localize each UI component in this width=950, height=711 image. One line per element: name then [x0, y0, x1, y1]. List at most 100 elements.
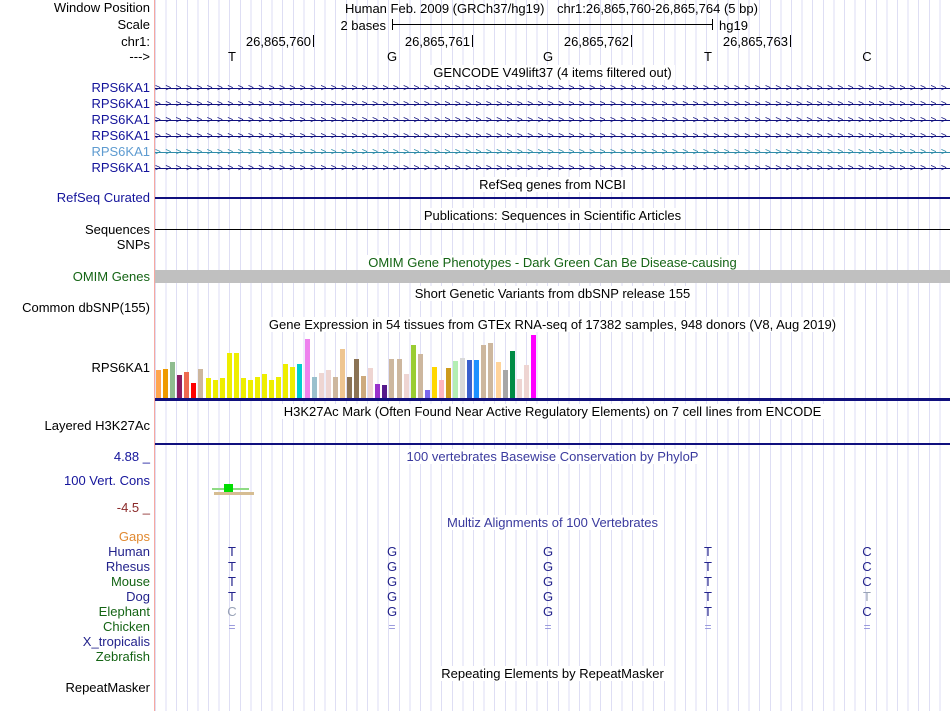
species-label-x_tropicalis[interactable]: X_tropicalis — [0, 635, 150, 649]
gtex-tissue-bar[interactable] — [333, 377, 338, 398]
gtex-tissue-bar[interactable] — [488, 343, 493, 398]
gtex-tissue-bar[interactable] — [319, 373, 324, 398]
gtex-tissue-bar[interactable] — [241, 378, 246, 398]
refseq-curated-feature[interactable] — [155, 197, 950, 199]
gtex-tissue-bar[interactable] — [290, 367, 295, 398]
gtex-tissue-bar[interactable] — [411, 345, 416, 398]
ruler-tick-mark — [472, 35, 473, 47]
gene-transcript-label[interactable]: RPS6KA1 — [0, 145, 150, 159]
omim-track-title: OMIM Gene Phenotypes - Dark Green Can Be… — [155, 255, 950, 270]
alignment-base: = — [704, 620, 712, 634]
gtex-tissue-bar[interactable] — [255, 377, 260, 398]
gtex-tissue-bar[interactable] — [297, 364, 302, 398]
snps-label[interactable]: SNPs — [0, 238, 150, 252]
phylop-negative-band[interactable] — [214, 492, 254, 495]
gtex-tissue-bar[interactable] — [460, 358, 465, 398]
gtex-tissue-bar[interactable] — [517, 379, 522, 398]
gtex-tissue-bar[interactable] — [531, 335, 536, 398]
species-label-gaps[interactable]: Gaps — [0, 530, 150, 544]
gtex-tissue-bar[interactable] — [347, 377, 352, 398]
gtex-tissue-bar[interactable] — [368, 368, 373, 398]
gtex-tissue-bar[interactable] — [418, 354, 423, 398]
gene-transcript-label[interactable]: RPS6KA1 — [0, 113, 150, 127]
gene-transcript-row[interactable]: >>>>>>>>>>>>>>>>>>>>>>>>>>>>>>>>>>>>>>>>… — [155, 130, 950, 143]
gtex-tissue-bar[interactable] — [191, 383, 196, 398]
gtex-tissue-bar[interactable] — [305, 339, 310, 398]
omim-gene-bar[interactable] — [155, 270, 950, 283]
gtex-tissue-bar[interactable] — [276, 377, 281, 398]
gtex-tissue-bar[interactable] — [177, 375, 182, 398]
refseq-curated-label[interactable]: RefSeq Curated — [0, 191, 150, 205]
gtex-tissue-bar[interactable] — [312, 377, 317, 398]
gtex-tissue-bar[interactable] — [389, 359, 394, 398]
species-label-zebrafish[interactable]: Zebrafish — [0, 650, 150, 664]
species-label-rhesus[interactable]: Rhesus — [0, 560, 150, 574]
reference-base: G — [542, 49, 554, 64]
gtex-tissue-bar[interactable] — [248, 380, 253, 398]
alignment-base: T — [704, 589, 712, 604]
gtex-tissue-bar[interactable] — [446, 368, 451, 398]
gene-transcript-label[interactable]: RPS6KA1 — [0, 129, 150, 143]
ruler-tick-mark — [313, 35, 314, 47]
gtex-tissue-bar[interactable] — [262, 374, 267, 398]
gtex-tissue-bar[interactable] — [382, 385, 387, 398]
gene-transcript-label[interactable]: RPS6KA1 — [0, 81, 150, 95]
gtex-tissue-bar[interactable] — [184, 372, 189, 398]
species-label-human[interactable]: Human — [0, 545, 150, 559]
gtex-tissue-bar[interactable] — [326, 370, 331, 398]
gtex-tissue-bar[interactable] — [269, 380, 274, 398]
phylop-track-label[interactable]: 100 Vert. Cons — [0, 474, 150, 488]
gtex-tissue-bar[interactable] — [234, 353, 239, 398]
gtex-tissue-bar[interactable] — [496, 362, 501, 398]
gtex-tissue-bar[interactable] — [439, 380, 444, 398]
species-label-chicken[interactable]: Chicken — [0, 620, 150, 634]
gene-transcript-row[interactable]: >>>>>>>>>>>>>>>>>>>>>>>>>>>>>>>>>>>>>>>>… — [155, 82, 950, 95]
alignment-base: G — [542, 574, 554, 589]
species-label-dog[interactable]: Dog — [0, 590, 150, 604]
gtex-tissue-bar[interactable] — [227, 353, 232, 398]
layered-h3k27ac-label[interactable]: Layered H3K27Ac — [0, 419, 150, 433]
gtex-tissue-bar[interactable] — [474, 360, 479, 398]
gtex-tissue-bar[interactable] — [404, 374, 409, 398]
gtex-tissue-bar[interactable] — [206, 378, 211, 398]
gtex-gene-label[interactable]: RPS6KA1 — [0, 361, 150, 375]
gtex-tissue-bar[interactable] — [524, 365, 529, 398]
gtex-tissue-bar[interactable] — [156, 370, 161, 398]
alignment-base: T — [704, 574, 712, 589]
gtex-tissue-bar[interactable] — [354, 359, 359, 398]
gtex-tissue-bar[interactable] — [163, 369, 168, 398]
gene-transcript-row[interactable]: >>>>>>>>>>>>>>>>>>>>>>>>>>>>>>>>>>>>>>>>… — [155, 162, 950, 175]
gtex-tissue-bar[interactable] — [213, 380, 218, 398]
omim-genes-label[interactable]: OMIM Genes — [0, 270, 150, 284]
gtex-tissue-bar[interactable] — [481, 345, 486, 398]
species-label-elephant[interactable]: Elephant — [0, 605, 150, 619]
gtex-tissue-bar[interactable] — [510, 351, 515, 398]
gtex-tissue-bar[interactable] — [503, 370, 508, 398]
alignment-base: G — [386, 574, 398, 589]
gtex-tissue-bar[interactable] — [170, 362, 175, 398]
gtex-tissue-bar[interactable] — [340, 349, 345, 398]
sequences-label[interactable]: Sequences — [0, 223, 150, 237]
gtex-tissue-bar[interactable] — [283, 364, 288, 398]
gtex-tissue-bar[interactable] — [375, 384, 380, 398]
gtex-tissue-bar[interactable] — [220, 378, 225, 398]
sequences-feature[interactable] — [155, 229, 950, 230]
gene-transcript-row[interactable]: >>>>>>>>>>>>>>>>>>>>>>>>>>>>>>>>>>>>>>>>… — [155, 114, 950, 127]
h3k27ac-track-title: H3K27Ac Mark (Often Found Near Active Re… — [155, 404, 950, 419]
gene-transcript-row[interactable]: >>>>>>>>>>>>>>>>>>>>>>>>>>>>>>>>>>>>>>>>… — [155, 98, 950, 111]
gene-transcript-label[interactable]: RPS6KA1 — [0, 161, 150, 175]
gtex-tissue-bar[interactable] — [361, 376, 366, 398]
common-dbsnp-label[interactable]: Common dbSNP(155) — [0, 301, 150, 315]
repeatmasker-label[interactable]: RepeatMasker — [0, 681, 150, 695]
species-label-mouse[interactable]: Mouse — [0, 575, 150, 589]
gtex-tissue-bar[interactable] — [198, 369, 203, 398]
gtex-tissue-bar[interactable] — [432, 367, 437, 398]
gtex-tissue-bar[interactable] — [467, 360, 472, 398]
gene-transcript-label[interactable]: RPS6KA1 — [0, 97, 150, 111]
assembly-title: Human Feb. 2009 (GRCh37/hg19) — [345, 1, 545, 16]
gtex-tissue-bar[interactable] — [425, 390, 430, 398]
gtex-tissue-bar[interactable] — [397, 359, 402, 398]
gene-transcript-row[interactable]: >>>>>>>>>>>>>>>>>>>>>>>>>>>>>>>>>>>>>>>>… — [155, 146, 950, 159]
alignment-base: G — [386, 604, 398, 619]
gtex-tissue-bar[interactable] — [453, 361, 458, 398]
